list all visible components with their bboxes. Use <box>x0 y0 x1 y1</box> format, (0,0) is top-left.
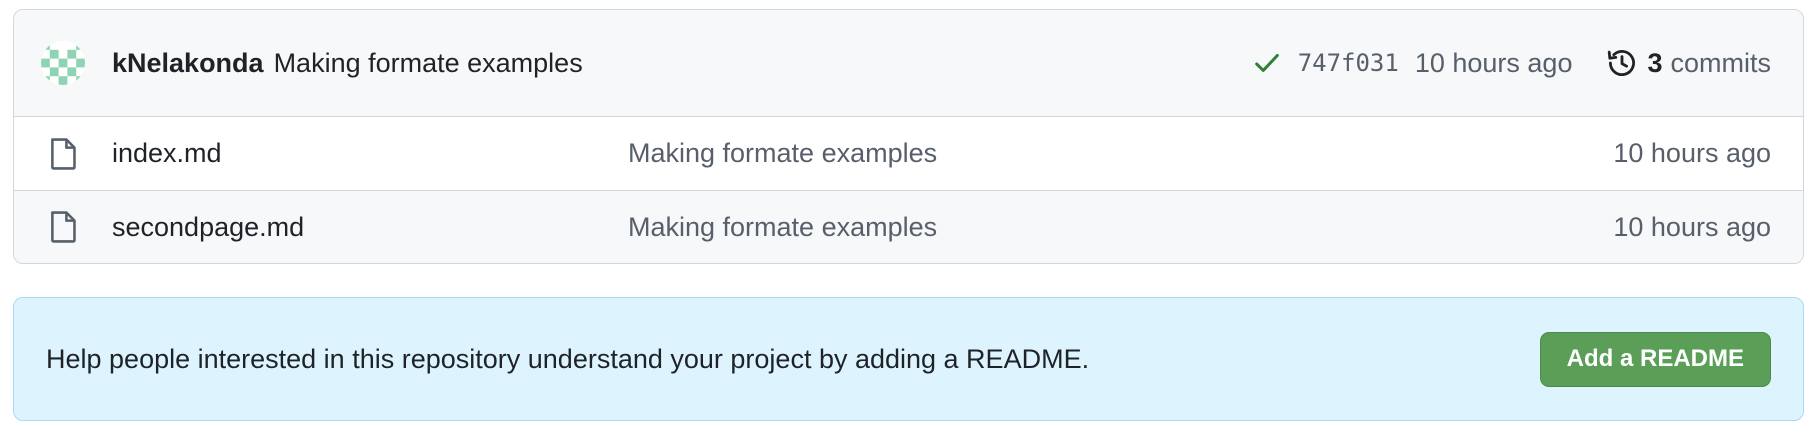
file-name-link[interactable]: index.md <box>112 138 628 169</box>
file-icon <box>48 210 78 244</box>
file-icon <box>48 137 78 171</box>
file-commit-message-link[interactable]: Making formate examples <box>628 138 1613 169</box>
file-name-link[interactable]: secondpage.md <box>112 212 628 243</box>
commit-message-link[interactable]: Making formate examples <box>274 48 583 79</box>
file-browser: kNelakonda Making formate examples 747f0… <box>13 9 1804 264</box>
table-row: index.md Making formate examples 10 hour… <box>14 117 1803 190</box>
commits-link[interactable]: commits <box>1671 48 1772 79</box>
repository-content: kNelakonda Making formate examples 747f0… <box>13 9 1804 421</box>
readme-banner-text: Help people interested in this repositor… <box>46 343 1090 374</box>
file-commit-time: 10 hours ago <box>1613 138 1771 168</box>
commit-time: 10 hours ago <box>1414 47 1573 78</box>
avatar[interactable] <box>41 41 85 85</box>
file-commit-time: 10 hours ago <box>1613 211 1771 242</box>
commit-sha-link[interactable]: 747f031 <box>1298 49 1399 77</box>
commit-count[interactable]: 3 <box>1647 48 1662 79</box>
commit-author-link[interactable]: kNelakonda <box>112 48 264 79</box>
table-row: secondpage.md Making formate examples 10… <box>14 190 1803 263</box>
check-icon[interactable] <box>1252 48 1282 78</box>
readme-banner: Help people interested in this repositor… <box>13 297 1804 421</box>
add-readme-button[interactable]: Add a README <box>1539 331 1771 387</box>
history-icon[interactable] <box>1606 47 1638 79</box>
file-commit-message-link[interactable]: Making formate examples <box>628 212 1613 243</box>
latest-commit-bar: kNelakonda Making formate examples 747f0… <box>14 10 1803 117</box>
